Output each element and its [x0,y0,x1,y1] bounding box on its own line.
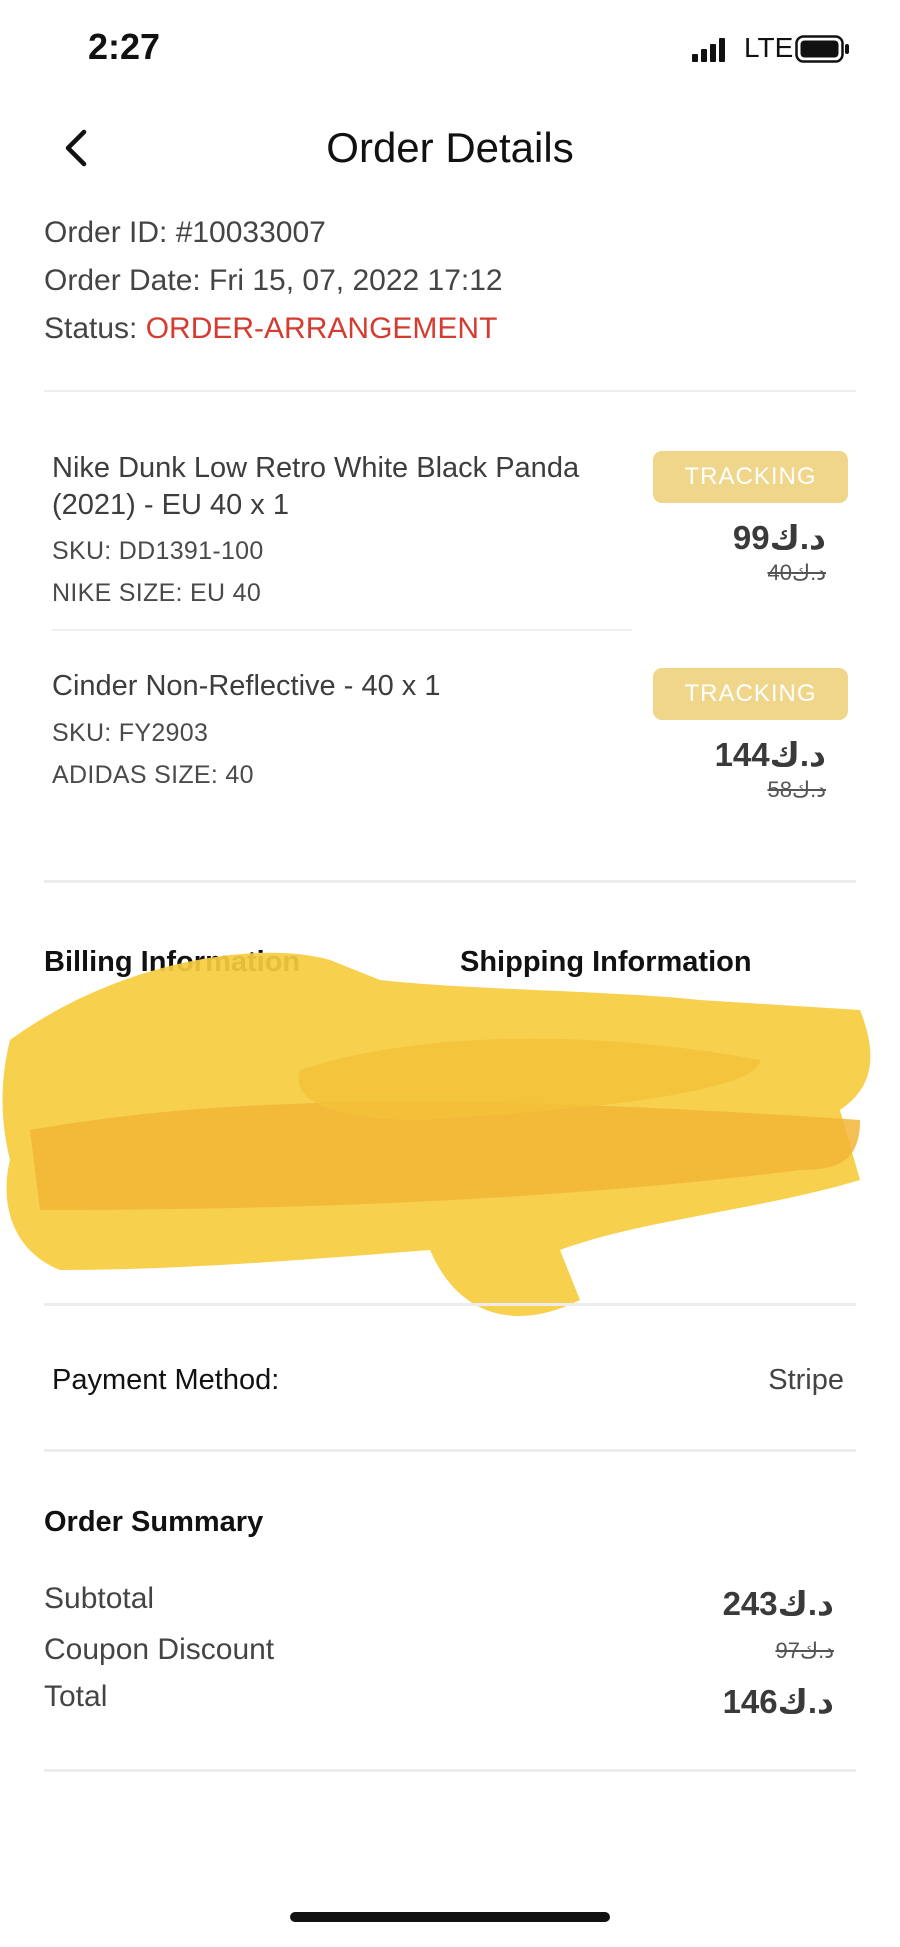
order-status-label: Status: [44,312,146,345]
divider [44,1303,856,1306]
battery-icon [795,35,849,63]
tracking-button[interactable]: TRACKING [653,451,848,503]
subtotal-label: Subtotal [44,1582,155,1615]
payment-method-label: Payment Method: [52,1364,280,1396]
coupon-discount-value: 97د.ك [775,1638,834,1663]
payment-method-value: Stripe [768,1364,844,1396]
divider [44,1449,856,1452]
home-indicator[interactable] [290,1912,610,1922]
item-size: ADIDAS SIZE: 40 [52,761,254,789]
item-name: Cinder Non-Reflective - 40 x 1 [52,670,441,702]
item-size: NIKE SIZE: EU 40 [52,579,262,607]
tracking-button[interactable]: TRACKING [653,668,848,720]
order-date: Order Date: Fri 15, 07, 2022 17:12 [44,264,503,297]
total-label: Total [44,1680,108,1713]
item-original-price: 40د.ك [767,560,826,585]
divider [44,880,856,883]
item-name: Nike Dunk Low Retro White Black Panda (2… [52,452,580,521]
network-type-label: LTE [744,32,794,63]
coupon-discount-label: Coupon Discount [44,1633,275,1666]
item-original-price: 58د.ك [767,777,826,802]
cellular-signal-icon [692,38,725,62]
divider [44,390,856,392]
order-id: Order ID: #10033007 [44,216,326,249]
divider [44,1769,856,1772]
item-price: 99د.ك [732,519,826,556]
redaction-scribble [2,952,871,1316]
item-divider [52,629,632,631]
order-status-value: ORDER-ARRANGEMENT [145,312,498,345]
item-price: 144د.ك [714,736,826,773]
item-sku: SKU: DD1391-100 [52,537,264,565]
page-title: Order Details [326,124,574,171]
order-status: Status: ORDER-ARRANGEMENT [44,312,497,346]
item-sku: SKU: FY2903 [52,719,209,747]
subtotal-value: 243د.ك [722,1585,834,1622]
order-summary-title: Order Summary [44,1506,264,1538]
status-bar-time: 2:27 [88,26,161,67]
total-value: 146د.ك [722,1683,834,1720]
